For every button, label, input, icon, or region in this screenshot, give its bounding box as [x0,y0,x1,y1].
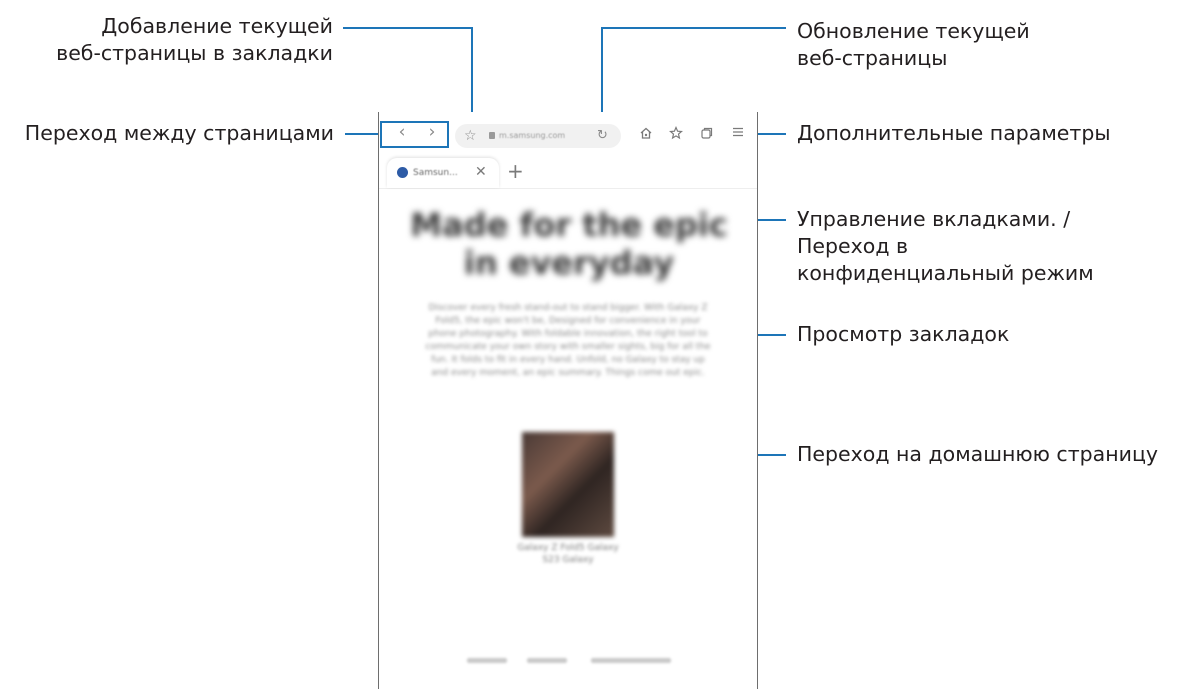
star-icon[interactable]: ☆ [464,126,477,146]
menu-icon[interactable] [729,126,747,144]
footer-link[interactable] [591,658,671,663]
callout-reload-line1: Обновление текущей [797,19,1030,43]
page-paragraph: Discover every fresh stand-out to stand … [425,303,711,378]
reload-icon[interactable]: ↻ [597,127,608,145]
samsung-favicon-icon [397,167,408,178]
callout-tabs-line1: Управление вкладками. / [797,207,1071,231]
close-icon[interactable]: ✕ [475,163,487,181]
bookmark-star-icon[interactable] [667,125,685,144]
line-bookmark-add [343,27,473,121]
new-tab-plus-icon[interactable]: + [507,160,524,182]
line-reload [601,27,786,121]
callout-tabs-manager: Управление вкладками. / Переход в конфид… [797,206,1094,287]
url-text: m.samsung.com [499,131,566,140]
callout-tabs-line3: конфиденциальный режим [797,261,1094,285]
callout-more-options: Дополнительные параметры [797,121,1111,145]
tabs-icon[interactable] [698,126,716,144]
footer-link[interactable] [527,658,567,663]
address-bar[interactable]: ☆ m.samsung.com ↻ [455,124,621,148]
product-caption: Galaxy Z Fold5 Galaxy S23 Galaxy [517,543,619,565]
callout-bookmarks-view: Просмотр закладок [797,322,1010,346]
product-image[interactable] [522,432,614,537]
callout-navigation: Переход между страницами [24,121,334,145]
callout-home: Переход на домашнюю страницу [797,442,1159,466]
lock-icon [489,132,495,139]
browser-tab[interactable]: Samsun... ✕ [387,158,499,188]
callout-tabs-line2: Переход в [797,234,909,258]
callout-reload-line2: веб-страницы [797,46,948,70]
tab-title: Samsun... [413,168,458,178]
web-page-content: Made for the epic in everyday Discover e… [379,192,757,689]
callout-bookmark-add-line2: веб-страницы в закладки [56,41,333,65]
home-icon[interactable] [637,126,655,144]
navigation-highlight [380,121,449,148]
callout-bookmark-add: Добавление текущей веб-страницы в заклад… [56,13,333,67]
callout-reload: Обновление текущей веб-страницы [797,18,1030,72]
tab-strip: Samsun... ✕ + [379,156,757,189]
page-headline: Made for the epic in everyday [410,206,728,282]
callout-bookmark-add-line1: Добавление текущей [101,14,333,38]
browser-window: ‹ › ☆ m.samsung.com ↻ Samsun... ✕ + Made [378,112,758,689]
footer-link[interactable] [467,658,507,663]
